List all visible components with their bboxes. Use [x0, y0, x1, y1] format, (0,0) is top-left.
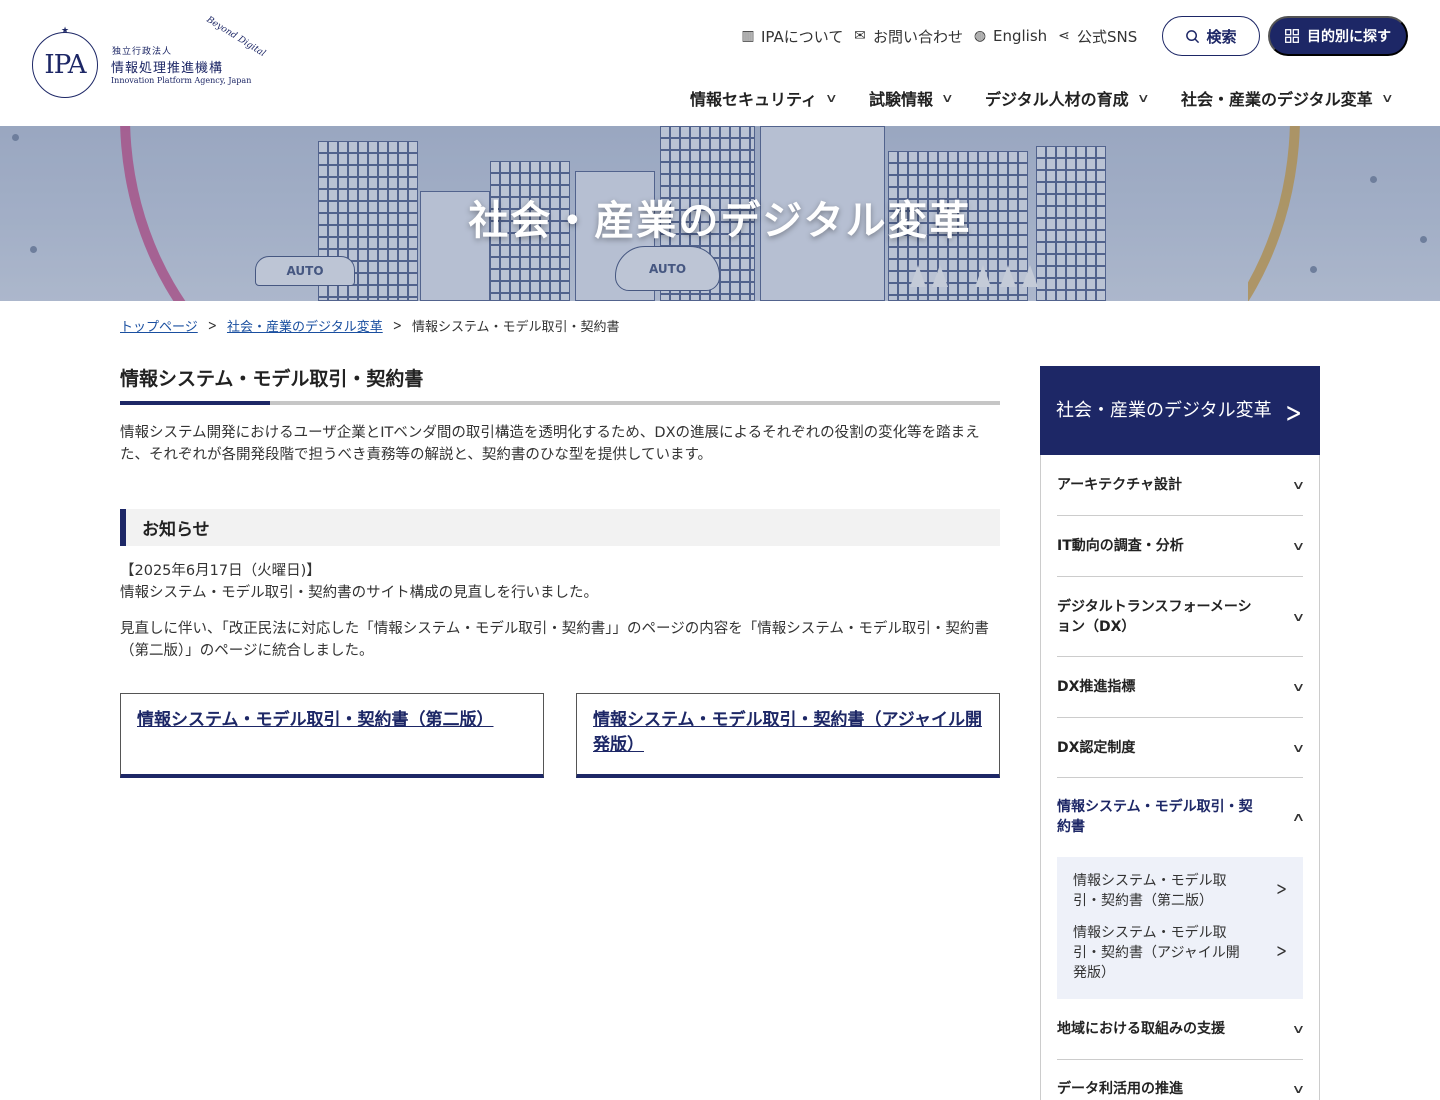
gnav-label: 試験情報 — [869, 90, 934, 109]
sidebar-item-regional-support[interactable]: 地域における取組みの支援 ∨ — [1057, 999, 1306, 1060]
ipa-logo[interactable]: IPA ★ 独立行政法人 情報処理推進機構 Innovation Platfor… — [32, 15, 267, 100]
chevron-right-icon: > — [1276, 879, 1287, 901]
sidebar-item-label: データ利活用の推進 — [1057, 1081, 1183, 1097]
sidebar-item-label: IT動向の調査・分析 — [1057, 538, 1184, 554]
logo-tagline: Beyond Digital — [204, 14, 267, 60]
breadcrumb-link-top[interactable]: トップページ — [120, 316, 198, 335]
sidebar-item-data-utilization[interactable]: データ利活用の推進 ∨ — [1057, 1060, 1306, 1100]
gnav-item-digital-transformation[interactable]: 社会・産業のデジタル変革 ∨ — [1181, 84, 1394, 112]
logo-org-small: 独立行政法人 — [112, 47, 173, 57]
utility-link-label: 公式SNS — [1077, 27, 1138, 46]
chevron-down-icon: ∨ — [1136, 91, 1150, 105]
gnav-label: 社会・産業のデジタル変革 — [1181, 90, 1373, 109]
gnav-item-digital-talent[interactable]: デジタル人材の育成 ∨ — [985, 84, 1150, 112]
page-title: 情報システム・モデル取引・契約書 — [120, 368, 424, 390]
utility-link-sns[interactable]: ⋖ 公式SNS — [1056, 22, 1137, 50]
sidebar-item-it-trends[interactable]: IT動向の調査・分析 ∨ — [1057, 516, 1306, 577]
sidebar-subitem-label: 情報システム・モデル取引・契約書（アジャイル開発版） — [1073, 925, 1240, 981]
notice-text: 情報システム・モデル取引・契約書のサイト構成の見直しを行いました。 — [120, 585, 599, 601]
share-icon: ⋖ — [1058, 28, 1070, 44]
link-card-title[interactable]: 情報システム・モデル取引・契約書（アジャイル開発版） — [593, 710, 982, 755]
breadcrumb: トップページ > 社会・産業のデジタル変革 > 情報システム・モデル取引・契約書 — [120, 314, 620, 336]
link-card-agile-edition: 情報システム・モデル取引・契約書（アジャイル開発版） — [576, 693, 1000, 778]
search-button-label: 検索 — [1206, 28, 1237, 46]
star-icon: ★ — [61, 26, 70, 36]
utility-link-english[interactable]: ◍ English — [972, 22, 1047, 50]
gnav-label: デジタル人材の育成 — [985, 90, 1129, 109]
hero-banner: AUTO AUTO 社会・産業のデジタル変革 — [0, 126, 1440, 301]
sidebar-item-label: 情報システム・モデル取引・契約書 — [1057, 799, 1253, 835]
notice-date: 【2025年6月17日（火曜日)】 — [120, 563, 321, 579]
breadcrumb-current: 情報システム・モデル取引・契約書 — [411, 319, 620, 335]
chevron-right-icon: > — [392, 316, 402, 334]
chevron-down-icon: ∨ — [1380, 91, 1394, 105]
title-underline-accent — [120, 401, 270, 405]
chevron-down-icon: ∨ — [940, 91, 955, 105]
sidebar-subitem-label: 情報システム・モデル取引・契約書（第二版） — [1073, 873, 1227, 909]
chevron-right-icon: > — [1285, 395, 1302, 429]
chevron-up-icon: ∧ — [1291, 810, 1306, 824]
sidebar-heading-link[interactable]: 社会・産業のデジタル変革 > — [1040, 366, 1320, 455]
gnav-label: 情報セキュリティ — [690, 90, 818, 109]
sidebar-item-dx-index[interactable]: DX推進指標 ∨ — [1057, 657, 1306, 718]
grid-icon — [1285, 29, 1299, 43]
utility-link-label: English — [993, 27, 1048, 45]
utility-link-label: IPAについて — [761, 27, 844, 46]
chevron-down-icon: ∨ — [1291, 539, 1306, 553]
search-button[interactable]: 検索 — [1162, 16, 1260, 56]
sidebar-heading: 社会・産業のデジタル変革 — [1056, 399, 1272, 421]
find-by-purpose-label: 目的別に探す — [1307, 28, 1391, 44]
hero-title: 社会・産業のデジタル変革 — [468, 198, 972, 244]
link-card-second-edition: 情報システム・モデル取引・契約書（第二版） — [120, 693, 544, 778]
chevron-down-icon: ∨ — [1291, 1082, 1306, 1096]
sidebar-item-dx[interactable]: デジタルトランスフォーメーション（DX） ∨ — [1057, 577, 1306, 657]
notice-text: 見直しに伴い、「改正民法に対応した「情報システム・モデル取引・契約書」」のページ… — [120, 621, 989, 659]
chevron-right-icon: > — [207, 316, 217, 334]
sidebar-item-label: DX認定制度 — [1057, 739, 1136, 756]
gnav-item-information-security[interactable]: 情報セキュリティ ∨ — [690, 84, 839, 112]
chevron-down-icon: ∨ — [1291, 680, 1306, 694]
logo-mark: IPA — [44, 50, 86, 80]
sidebar-item-label: アーキテクチャ設計 — [1057, 477, 1183, 493]
building-icon: ▥ — [741, 28, 755, 44]
chevron-down-icon: ∨ — [1291, 609, 1306, 624]
logo-org-english: Innovation Platform Agency, Japan — [111, 76, 252, 85]
search-icon — [1186, 29, 1200, 43]
chevron-down-icon: ∨ — [1291, 478, 1306, 492]
sidebar-item-label: 地域における取組みの支援 — [1057, 1021, 1225, 1037]
sidebar-subitem-agile-edition[interactable]: 情報システム・モデル取引・契約書（アジャイル開発版） > — [1073, 923, 1293, 983]
utility-link-about[interactable]: ▥ IPAについて — [740, 22, 843, 50]
sidebar-item-label: DX推進指標 — [1057, 679, 1136, 695]
mail-icon: ✉ — [854, 28, 866, 44]
notice-heading: お知らせ — [120, 509, 1000, 546]
globe-icon: ◍ — [973, 28, 987, 44]
breadcrumb-link-digital-transformation[interactable]: 社会・産業のデジタル変革 — [227, 316, 383, 335]
site-header: IPA ★ 独立行政法人 情報処理推進機構 Innovation Platfor… — [0, 0, 1440, 126]
chevron-right-icon: > — [1276, 941, 1287, 963]
chevron-down-icon: ∨ — [824, 91, 839, 105]
logo-org-main: 情報処理推進機構 — [111, 61, 224, 76]
sidebar-item-model-contract[interactable]: 情報システム・モデル取引・契約書 ∧ — [1057, 778, 1306, 856]
sidebar-item-label: デジタルトランスフォーメーション（DX） — [1057, 598, 1252, 635]
link-card-title[interactable]: 情報システム・モデル取引・契約書（第二版） — [137, 710, 494, 730]
sidebar-item-dx-certification[interactable]: DX認定制度 ∨ — [1057, 718, 1306, 778]
sidebar-item-architecture[interactable]: アーキテクチャ設計 ∨ — [1057, 455, 1306, 516]
sidebar-subitem-second-edition[interactable]: 情報システム・モデル取引・契約書（第二版） > — [1073, 871, 1293, 911]
chevron-down-icon: ∨ — [1291, 740, 1306, 755]
chevron-down-icon: ∨ — [1291, 1022, 1306, 1036]
utility-link-label: お問い合わせ — [873, 27, 964, 46]
gnav-item-exam-info[interactable]: 試験情報 ∨ — [869, 84, 955, 112]
find-by-purpose-button[interactable]: 目的別に探す — [1268, 16, 1408, 56]
logo-emblem: IPA — [32, 32, 98, 98]
utility-link-contact[interactable]: ✉ お問い合わせ — [852, 22, 963, 50]
intro-text: 情報システム開発におけるユーザ企業とITベンダ間の取引構造を透明化するため、DX… — [120, 425, 980, 463]
